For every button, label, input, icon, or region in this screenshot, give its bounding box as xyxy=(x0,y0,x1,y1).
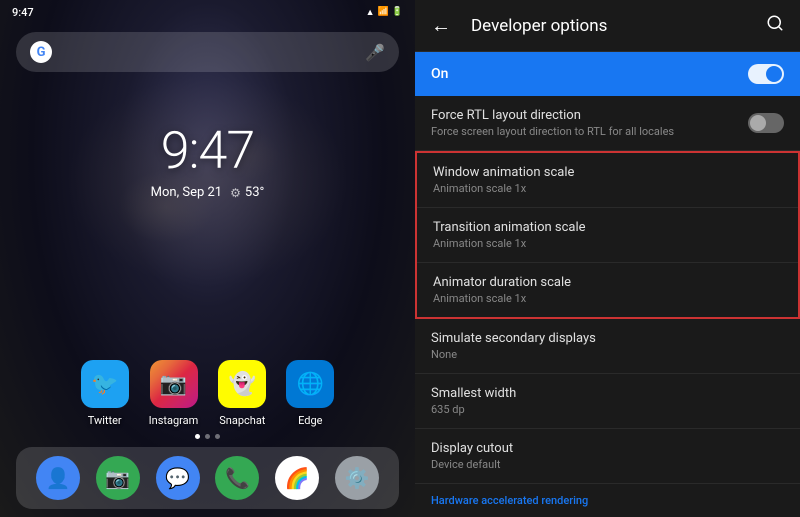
twitter-label: Twitter xyxy=(88,414,122,427)
dev-options-content: On Force RTL layout direction Force scre… xyxy=(415,52,800,517)
animator-duration-title: Animator duration scale xyxy=(433,275,782,290)
instagram-icon: 📷 xyxy=(150,360,198,408)
dock: 👤 📷 💬 📞 🌈 ⚙️ xyxy=(16,447,399,509)
animator-duration-info: Animator duration scale Animation scale … xyxy=(433,275,782,305)
dev-options-header: ← Developer options xyxy=(415,0,800,52)
page-title: Developer options xyxy=(471,16,746,36)
instagram-label: Instagram xyxy=(149,414,199,427)
developer-options-panel: ← Developer options On Force RTL layout … xyxy=(415,0,800,517)
mic-icon[interactable]: 🎤 xyxy=(365,43,385,62)
snapchat-label: Snapchat xyxy=(219,414,265,427)
app-twitter[interactable]: 🐦 Twitter xyxy=(81,360,129,427)
dock-messages[interactable]: 💬 xyxy=(156,456,200,500)
clock-date: Mon, Sep 21 ⚙ 53° xyxy=(0,185,415,200)
dock-settings[interactable]: ⚙️ xyxy=(335,456,379,500)
transition-anim-title: Transition animation scale xyxy=(433,220,782,235)
animator-duration-row[interactable]: Animator duration scale Animation scale … xyxy=(417,263,798,317)
simulate-displays-subtitle: None xyxy=(431,348,784,361)
on-label: On xyxy=(431,66,448,82)
app-grid: 🐦 Twitter 📷 Instagram 👻 Snapchat 🌐 Edge xyxy=(0,360,415,427)
window-anim-row[interactable]: Window animation scale Animation scale 1… xyxy=(417,153,798,208)
force-rtl-row[interactable]: Force RTL layout direction Force screen … xyxy=(415,96,800,151)
app-edge[interactable]: 🌐 Edge xyxy=(286,360,334,427)
smallest-width-info: Smallest width 635 dp xyxy=(431,386,784,416)
transition-anim-row[interactable]: Transition animation scale Animation sca… xyxy=(417,208,798,263)
display-cutout-subtitle: Device default xyxy=(431,458,784,471)
dot-2 xyxy=(205,434,210,439)
dot-1 xyxy=(195,434,200,439)
force-rtl-toggle[interactable] xyxy=(748,113,784,133)
window-anim-info: Window animation scale Animation scale 1… xyxy=(433,165,782,195)
force-rtl-subtitle: Force screen layout direction to RTL for… xyxy=(431,125,748,138)
search-button[interactable] xyxy=(758,6,792,45)
on-toggle-row[interactable]: On xyxy=(415,52,800,96)
toggle-thumb xyxy=(766,66,782,82)
show-view-updates-row[interactable]: Show view updates Flash views inside win… xyxy=(415,511,800,517)
home-screen: 9:47 ▲ 📶 🔋 G 🎤 9:47 Mon, Sep 21 ⚙ 53° 🐦 … xyxy=(0,0,415,517)
smallest-width-row[interactable]: Smallest width 635 dp xyxy=(415,374,800,429)
search-bar[interactable]: G 🎤 xyxy=(16,32,399,72)
transition-anim-info: Transition animation scale Animation sca… xyxy=(433,220,782,250)
status-icons: ▲ 📶 🔋 xyxy=(366,7,403,18)
app-snapchat[interactable]: 👻 Snapchat xyxy=(218,360,266,427)
window-anim-subtitle: Animation scale 1x xyxy=(433,182,782,195)
animation-scale-group: Window animation scale Animation scale 1… xyxy=(415,151,800,319)
smallest-width-title: Smallest width xyxy=(431,386,784,401)
dock-contacts[interactable]: 👤 xyxy=(36,456,80,500)
google-logo: G xyxy=(30,41,52,63)
dot-3 xyxy=(215,434,220,439)
status-time: 9:47 xyxy=(12,6,34,19)
edge-label: Edge xyxy=(298,414,322,427)
back-button[interactable]: ← xyxy=(423,5,459,46)
dock-camera[interactable]: 📷 xyxy=(96,456,140,500)
smallest-width-subtitle: 635 dp xyxy=(431,403,784,416)
force-rtl-thumb xyxy=(750,115,766,131)
clock-widget: 9:47 Mon, Sep 21 ⚙ 53° xyxy=(0,120,415,200)
wallpaper xyxy=(0,0,415,517)
simulate-displays-info: Simulate secondary displays None xyxy=(431,331,784,361)
app-instagram[interactable]: 📷 Instagram xyxy=(149,360,199,427)
snapchat-icon: 👻 xyxy=(218,360,266,408)
status-bar: 9:47 ▲ 📶 🔋 xyxy=(0,0,415,24)
dock-photos[interactable]: 🌈 xyxy=(275,456,319,500)
display-cutout-info: Display cutout Device default xyxy=(431,441,784,471)
signal-icon: 📶 xyxy=(378,7,389,17)
wifi-icon: ▲ xyxy=(366,7,375,18)
twitter-icon: 🐦 xyxy=(81,360,129,408)
simulate-displays-row[interactable]: Simulate secondary displays None xyxy=(415,319,800,374)
force-rtl-title: Force RTL layout direction xyxy=(431,108,748,123)
edge-icon: 🌐 xyxy=(286,360,334,408)
force-rtl-info: Force RTL layout direction Force screen … xyxy=(431,108,748,138)
page-dots xyxy=(0,434,415,439)
display-cutout-row[interactable]: Display cutout Device default xyxy=(415,429,800,484)
animator-duration-subtitle: Animation scale 1x xyxy=(433,292,782,305)
on-toggle[interactable] xyxy=(748,64,784,84)
dock-phone[interactable]: 📞 xyxy=(215,456,259,500)
weather-icon: ⚙ xyxy=(230,186,241,200)
clock-time: 9:47 xyxy=(0,120,415,181)
display-cutout-title: Display cutout xyxy=(431,441,784,456)
transition-anim-subtitle: Animation scale 1x xyxy=(433,237,782,250)
simulate-displays-title: Simulate secondary displays xyxy=(431,331,784,346)
hw-rendering-section-label: Hardware accelerated rendering xyxy=(415,484,800,511)
window-anim-title: Window animation scale xyxy=(433,165,782,180)
battery-icon: 🔋 xyxy=(392,7,403,17)
